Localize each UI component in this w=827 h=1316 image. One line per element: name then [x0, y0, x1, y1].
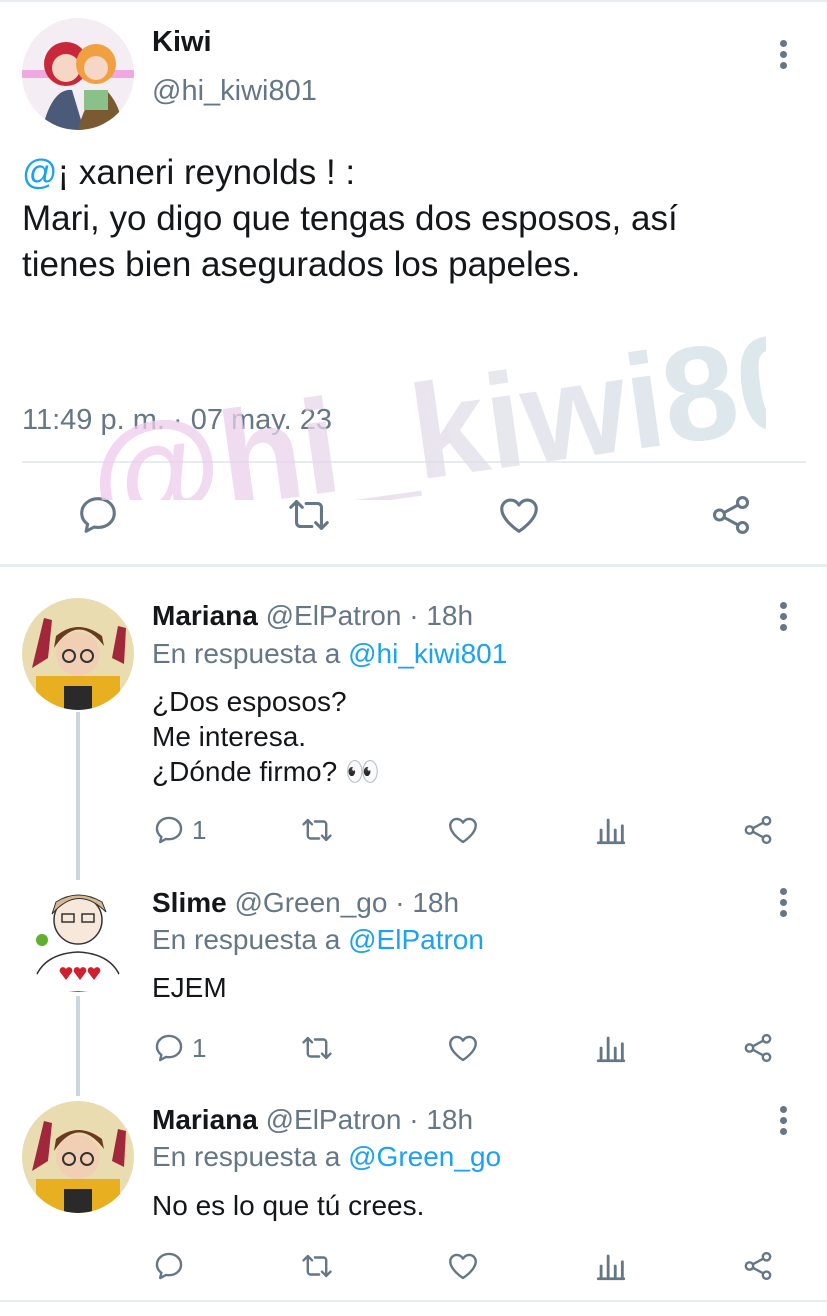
- retweet-icon[interactable]: [300, 813, 334, 847]
- like-icon[interactable]: [446, 813, 480, 847]
- more-options-icon[interactable]: [778, 602, 788, 636]
- mention-link[interactable]: @: [22, 153, 58, 192]
- reply-header: Slime @Green_go · 18h: [152, 887, 459, 919]
- reply-text-line: ¿Dónde firmo? 👀: [152, 756, 380, 787]
- reply-header: Mariana @ElPatron · 18h: [152, 1104, 473, 1136]
- reply-author-handle[interactable]: @ElPatron: [266, 600, 402, 631]
- reply-text: ¿Dos esposos? Me interesa. ¿Dónde firmo?…: [152, 684, 380, 789]
- analytics-icon[interactable]: [594, 1249, 628, 1283]
- thread-line: [76, 712, 80, 880]
- like-icon[interactable]: [446, 1249, 480, 1283]
- avatar[interactable]: [22, 880, 134, 992]
- reply-context: En respuesta a @Green_go: [152, 1141, 501, 1173]
- reply-text-line: EJEM: [152, 972, 227, 1003]
- tweet-timestamp[interactable]: 11:49 p. m. · 07 may. 23: [22, 404, 332, 437]
- reply-count: 1: [192, 1032, 207, 1063]
- tweet-text: @¡ xaneri reynolds ! : Mari, yo digo que…: [22, 150, 802, 288]
- comment-button[interactable]: 1: [152, 1031, 206, 1065]
- share-icon[interactable]: [741, 813, 775, 847]
- reply-text: No es lo que tú crees.: [152, 1188, 424, 1223]
- thread-line: [76, 996, 80, 1096]
- reply-to-link[interactable]: @ElPatron: [348, 924, 484, 955]
- tweet-text-line: Mari, yo digo que tengas dos esposos, as…: [22, 199, 678, 238]
- comment-icon[interactable]: [75, 492, 121, 538]
- reply-context: En respuesta a @hi_kiwi801: [152, 638, 507, 670]
- mention-target: ¡ xaneri reynolds ! :: [57, 153, 356, 192]
- share-icon[interactable]: [708, 492, 754, 538]
- like-icon[interactable]: [446, 1031, 480, 1065]
- reply-prefix: En respuesta a: [152, 1141, 341, 1172]
- more-options-icon[interactable]: [778, 888, 788, 922]
- reply-time: · 18h: [409, 1104, 474, 1135]
- share-icon[interactable]: [741, 1249, 775, 1283]
- bottom-separator: [0, 1300, 827, 1302]
- reply-author-name[interactable]: Mariana: [152, 1104, 258, 1135]
- tweet-text-line: tienes bien asegurados los papeles.: [22, 245, 581, 284]
- reply-prefix: En respuesta a: [152, 924, 341, 955]
- divider: [22, 461, 806, 463]
- retweet-icon[interactable]: [286, 492, 332, 538]
- share-icon[interactable]: [741, 1031, 775, 1065]
- reply-time: · 18h: [409, 600, 474, 631]
- avatar[interactable]: [22, 598, 134, 710]
- main-tweet: Kiwi @hi_kiwi801 @¡ xaneri reynolds ! : …: [0, 0, 827, 566]
- reply-author-name[interactable]: Mariana: [152, 600, 258, 631]
- more-options-icon[interactable]: [778, 40, 788, 74]
- reply-prefix: En respuesta a: [152, 638, 341, 669]
- author-handle[interactable]: @hi_kiwi801: [152, 75, 317, 108]
- reply-header: Mariana @ElPatron · 18h: [152, 600, 473, 632]
- reply-count: 1: [192, 814, 207, 845]
- reply-time: · 18h: [395, 887, 460, 918]
- comment-icon: [155, 816, 183, 844]
- like-icon[interactable]: [496, 492, 542, 538]
- reply-to-link[interactable]: @Green_go: [348, 1141, 501, 1172]
- reply-text: EJEM: [152, 970, 227, 1005]
- comment-button[interactable]: 1: [152, 813, 206, 847]
- retweet-icon[interactable]: [300, 1031, 334, 1065]
- reply-author-handle[interactable]: @Green_go: [234, 887, 387, 918]
- reply-text-line: ¿Dos esposos?: [152, 686, 347, 717]
- reply-to-link[interactable]: @hi_kiwi801: [348, 638, 507, 669]
- retweet-icon[interactable]: [300, 1249, 334, 1283]
- more-options-icon[interactable]: [778, 1106, 788, 1140]
- comment-icon[interactable]: [152, 1249, 186, 1283]
- reply-context: En respuesta a @ElPatron: [152, 924, 484, 956]
- author-name[interactable]: Kiwi: [152, 26, 212, 59]
- reply-text-line: No es lo que tú crees.: [152, 1190, 425, 1221]
- avatar[interactable]: [22, 1101, 134, 1213]
- reply-author-handle[interactable]: @ElPatron: [266, 1104, 402, 1135]
- analytics-icon[interactable]: [594, 813, 628, 847]
- analytics-icon[interactable]: [594, 1031, 628, 1065]
- comment-icon: [155, 1034, 183, 1062]
- reply-author-name[interactable]: Slime: [152, 887, 227, 918]
- avatar[interactable]: [22, 18, 134, 130]
- reply-text-line: Me interesa.: [152, 721, 307, 752]
- section-separator: [0, 564, 827, 567]
